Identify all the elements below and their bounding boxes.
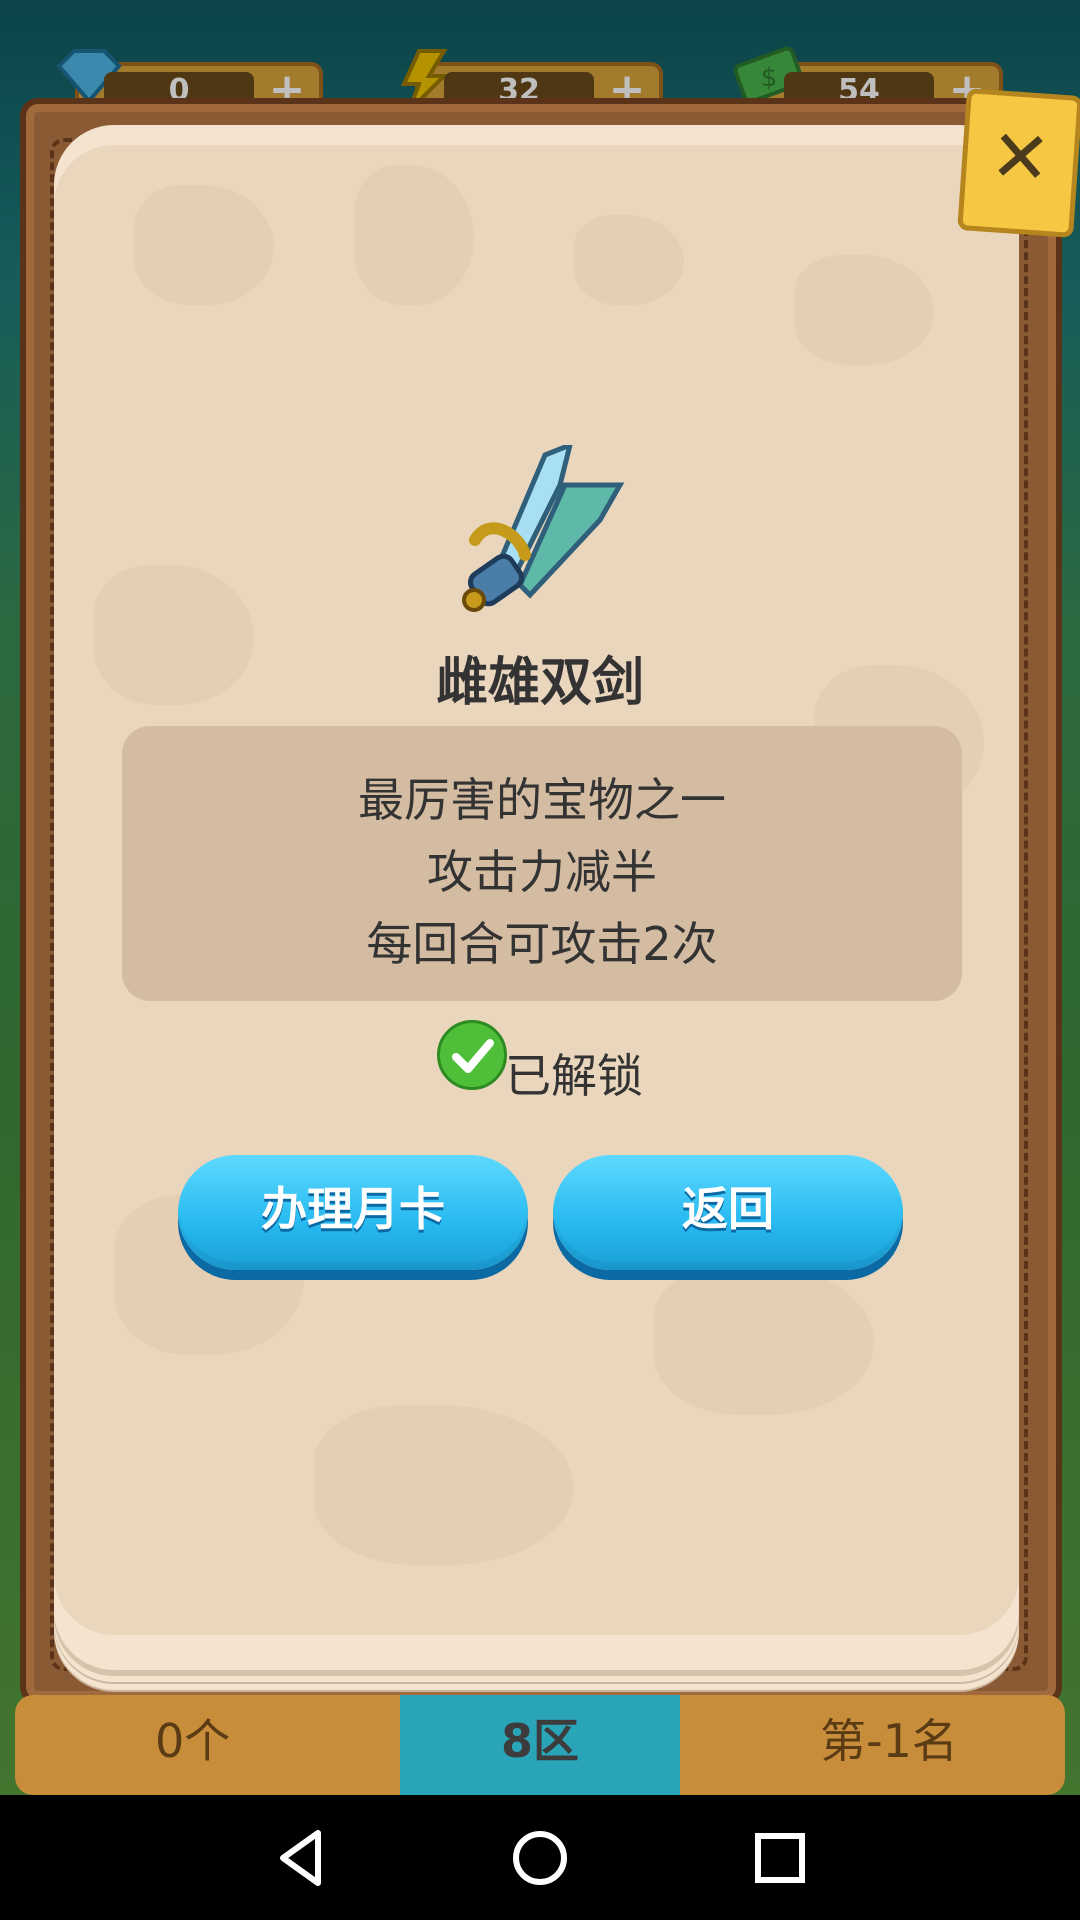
back-button[interactable]: 返回 (553, 1155, 903, 1270)
back-nav-icon[interactable] (268, 1823, 338, 1893)
page-texture (314, 1405, 574, 1565)
home-nav-icon[interactable] (505, 1823, 575, 1893)
monthly-card-button[interactable]: 办理月卡 (178, 1155, 528, 1270)
check-icon (437, 1020, 507, 1090)
item-name: 雌雄双剑 (435, 653, 644, 713)
description-line: 攻击力减半 (427, 845, 657, 899)
bottom-rank: 第-1名 (820, 1714, 958, 1768)
description-line: 最厉害的宝物之一 (358, 773, 726, 827)
item-description-box: 最厉害的宝物之一 攻击力减半 每回合可攻击2次 (122, 726, 962, 1001)
page-texture (654, 1265, 874, 1415)
close-icon: ✕ (987, 113, 1054, 202)
close-button[interactable]: ✕ (957, 88, 1080, 238)
page-texture (574, 215, 684, 305)
sword-icon (450, 440, 630, 615)
page-texture (134, 185, 274, 305)
page-texture (794, 255, 934, 365)
page-texture (354, 165, 474, 305)
unlock-status: 已解锁 (505, 1049, 643, 1103)
android-navigation-bar (0, 1795, 1080, 1920)
recent-apps-icon[interactable] (745, 1823, 815, 1893)
description-line: 每回合可攻击2次 (366, 917, 718, 971)
